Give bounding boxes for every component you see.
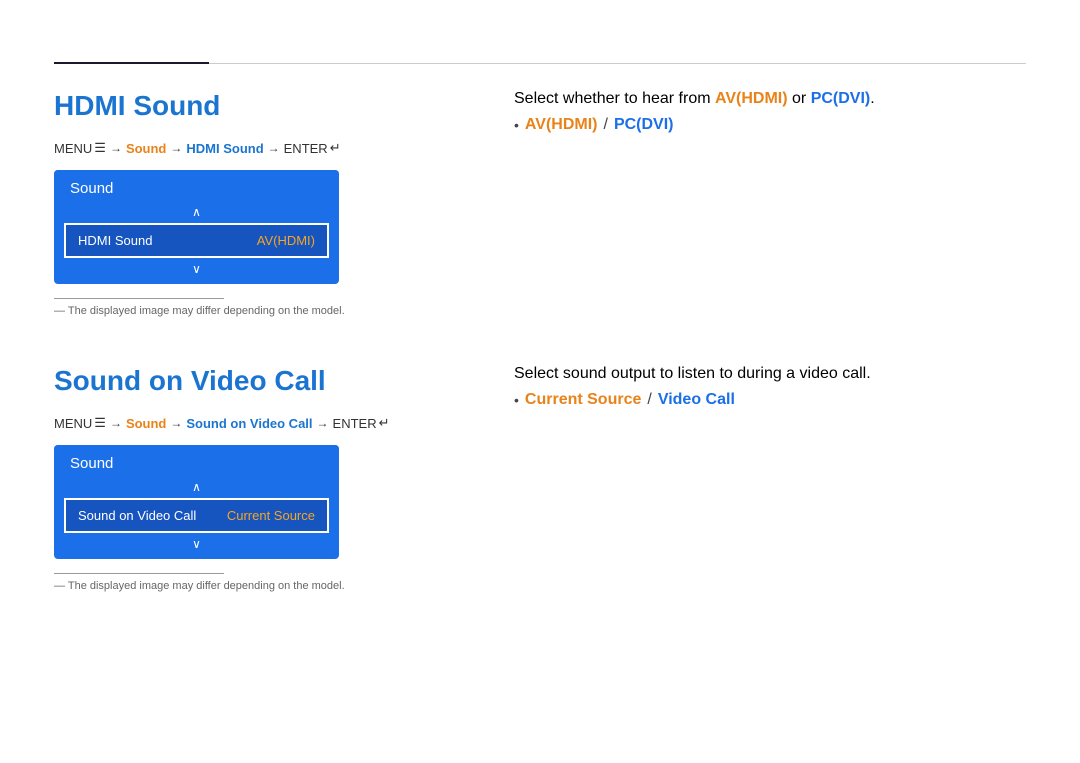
hdmi-bc-sound: Sound <box>126 141 166 156</box>
hdmi-menu-item: HDMI Sound AV(HDMI) <box>64 223 329 258</box>
hdmi-breadcrumb: MENU ☰ → Sound → HDMI Sound → ENTER ↵ <box>54 140 464 156</box>
hdmi-desc-text1: Select whether to hear from <box>514 90 715 107</box>
hdmi-enter: ENTER <box>284 141 328 156</box>
hdmi-bullet-pc: PC(DVI) <box>614 116 674 134</box>
hdmi-sound-title: HDMI Sound <box>54 90 464 122</box>
hdmi-right-col: Select whether to hear from AV(HDMI) or … <box>464 90 1026 317</box>
section-hdmi-sound: HDMI Sound MENU ☰ → Sound → HDMI Sound →… <box>54 90 1026 317</box>
video-menu-item: Sound on Video Call Current Source <box>64 498 329 533</box>
video-divider <box>54 573 224 574</box>
video-item-value: Current Source <box>227 508 315 523</box>
video-chevron-up-container: ∧ <box>54 478 339 498</box>
hdmi-item-value: AV(HDMI) <box>257 233 315 248</box>
video-bullet-current: Current Source <box>525 391 641 409</box>
video-enter: ENTER <box>333 416 377 431</box>
hdmi-bullet-av: AV(HDMI) <box>525 116 598 134</box>
video-arrow2: → <box>170 416 182 430</box>
page-container: HDMI Sound MENU ☰ → Sound → HDMI Sound →… <box>0 0 1080 763</box>
video-arrow3: → <box>317 416 329 430</box>
video-call-title: Sound on Video Call <box>54 365 464 397</box>
hdmi-bullet-sep: / <box>603 116 607 134</box>
video-menu-label: MENU <box>54 416 92 431</box>
hdmi-desc-pc: PC(DVI) <box>811 90 871 107</box>
hdmi-desc-or: or <box>788 90 811 107</box>
video-description: Select sound output to listen to during … <box>514 365 1026 383</box>
video-note: ― The displayed image may differ dependi… <box>54 580 464 592</box>
hdmi-description: Select whether to hear from AV(HDMI) or … <box>514 90 1026 108</box>
hdmi-arrow3: → <box>268 141 280 155</box>
hdmi-menu-box-title: Sound <box>70 180 113 197</box>
video-chevron-down-icon: ∨ <box>54 533 339 559</box>
hdmi-enter-icon: ↵ <box>330 140 341 156</box>
video-chevron-up-icon: ∧ <box>54 478 339 498</box>
hdmi-arrow2: → <box>170 141 182 155</box>
hdmi-chevron-down-icon: ∨ <box>54 258 339 284</box>
top-line-dark <box>54 62 209 64</box>
hdmi-chevron-up-container: ∧ <box>54 203 339 223</box>
video-item-label: Sound on Video Call <box>78 508 196 523</box>
video-left-col: Sound on Video Call MENU ☰ → Sound → Sou… <box>54 365 464 592</box>
video-menu-header: Sound <box>54 445 339 478</box>
hdmi-item-label: HDMI Sound <box>78 233 152 248</box>
video-menu-icon: ☰ <box>94 415 106 431</box>
section-video-call: Sound on Video Call MENU ☰ → Sound → Sou… <box>54 365 1026 592</box>
video-right-col: Select sound output to listen to during … <box>464 365 1026 592</box>
video-bullet-sep: / <box>647 391 651 409</box>
hdmi-two-col: HDMI Sound MENU ☰ → Sound → HDMI Sound →… <box>54 90 1026 317</box>
hdmi-bc-hdmisound: HDMI Sound <box>186 141 263 156</box>
hdmi-desc-period: . <box>870 90 874 107</box>
video-breadcrumb: MENU ☰ → Sound → Sound on Video Call → E… <box>54 415 464 431</box>
video-arrow1: → <box>110 416 122 430</box>
hdmi-divider <box>54 298 224 299</box>
video-bullet-videocall: Video Call <box>658 391 735 409</box>
hdmi-left-col: HDMI Sound MENU ☰ → Sound → HDMI Sound →… <box>54 90 464 317</box>
top-decorative-line <box>54 62 1026 64</box>
hdmi-menu-label: MENU <box>54 141 92 156</box>
hdmi-note: ― The displayed image may differ dependi… <box>54 305 464 317</box>
video-bullet-item: Current Source / Video Call <box>514 391 1026 409</box>
hdmi-menu-box: Sound ∧ HDMI Sound AV(HDMI) ∨ <box>54 170 339 284</box>
hdmi-chevron-up-icon: ∧ <box>54 203 339 223</box>
hdmi-chevron-down-container: ∨ <box>54 258 339 284</box>
hdmi-bullet-item: AV(HDMI) / PC(DVI) <box>514 116 1026 134</box>
hdmi-arrow1: → <box>110 141 122 155</box>
hdmi-menu-header: Sound <box>54 170 339 203</box>
top-line-light <box>209 63 1026 64</box>
video-bc-soundvideocall: Sound on Video Call <box>186 416 312 431</box>
video-enter-icon: ↵ <box>379 415 390 431</box>
video-menu-box-title: Sound <box>70 455 113 472</box>
hdmi-desc-av: AV(HDMI) <box>715 90 788 107</box>
video-chevron-down-container: ∨ <box>54 533 339 559</box>
video-bc-sound: Sound <box>126 416 166 431</box>
hdmi-menu-icon: ☰ <box>94 140 106 156</box>
video-menu-box: Sound ∧ Sound on Video Call Current Sour… <box>54 445 339 559</box>
video-two-col: Sound on Video Call MENU ☰ → Sound → Sou… <box>54 365 1026 592</box>
